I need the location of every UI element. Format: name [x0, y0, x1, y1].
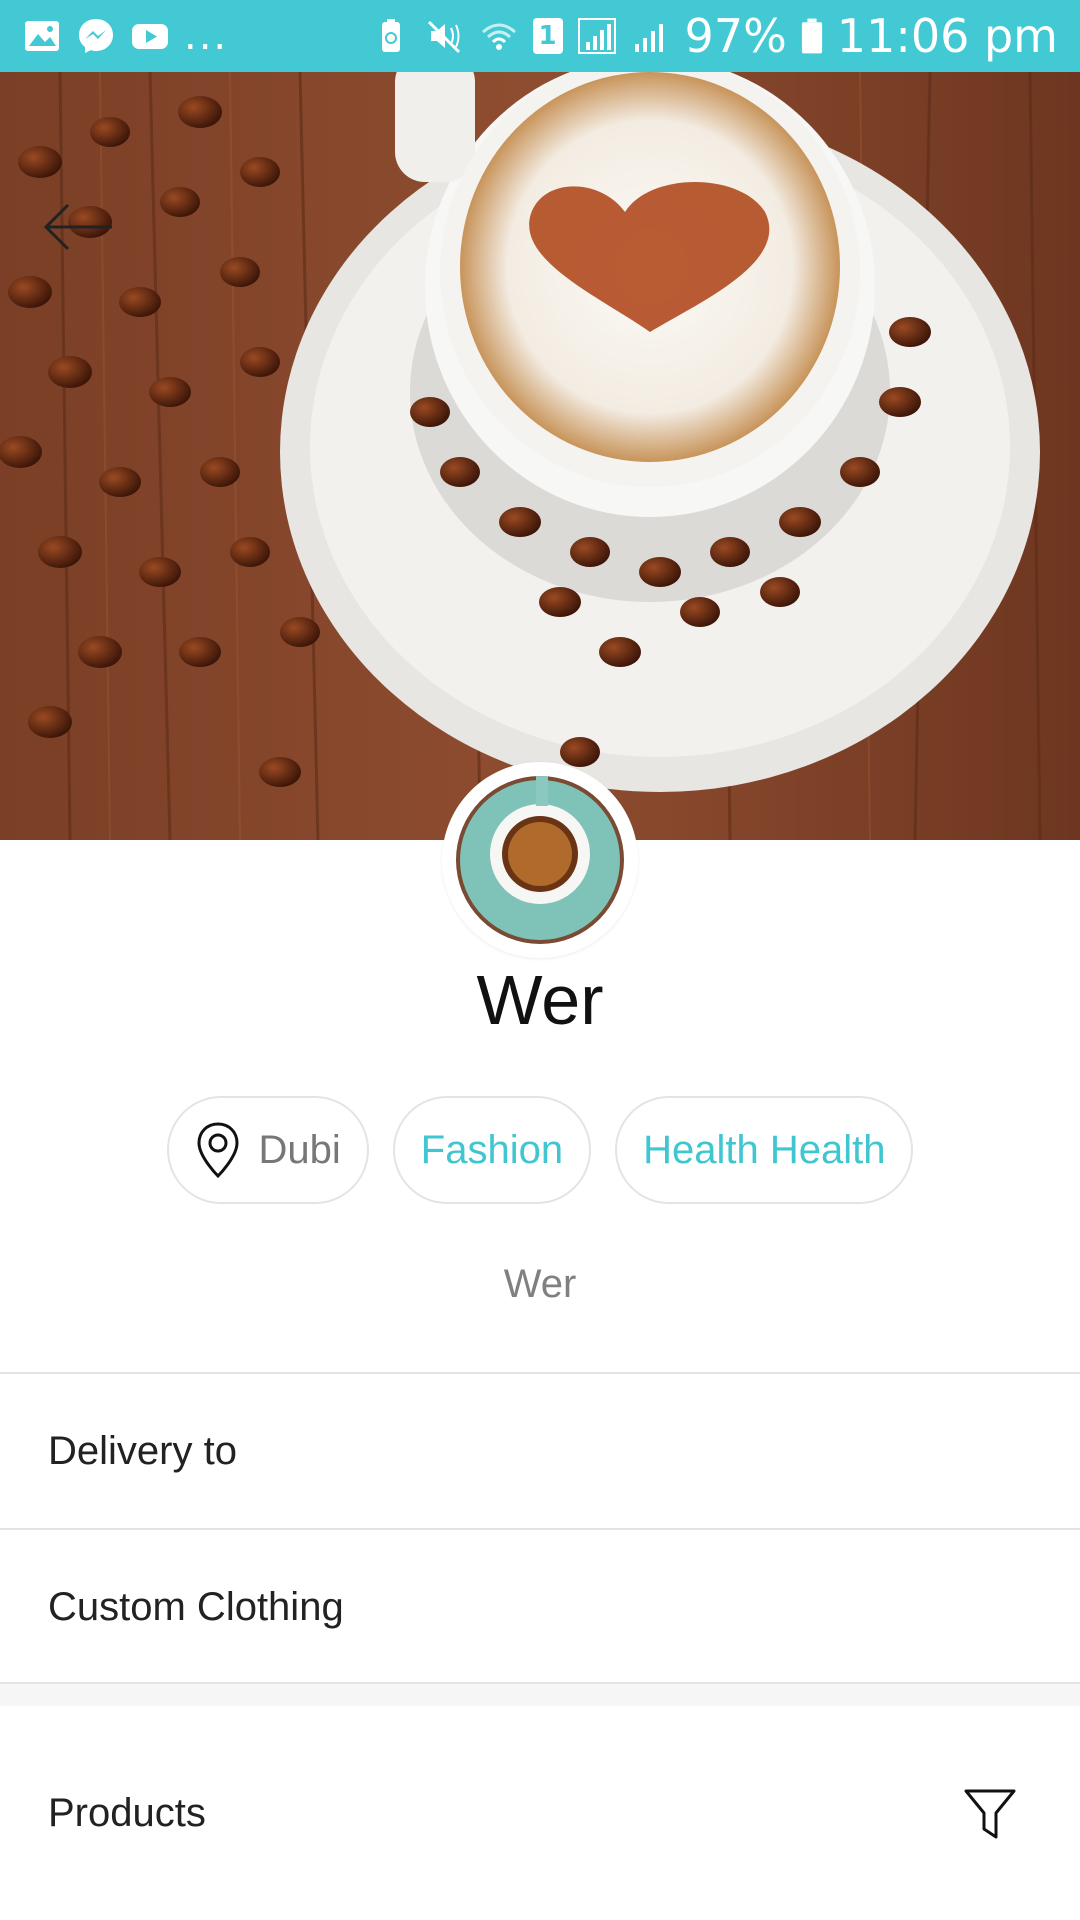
- battery-icon: [801, 18, 822, 54]
- back-arrow-icon[interactable]: [40, 192, 120, 262]
- location-label: Dubi: [258, 1127, 341, 1172]
- tag-chip-fashion[interactable]: Fashion: [392, 1096, 592, 1204]
- battery-saver-icon: [381, 19, 400, 52]
- avatar-image: [456, 776, 624, 944]
- battery-percentage: 97%: [684, 9, 787, 63]
- coffee-cover-illustration: [0, 72, 1080, 840]
- gallery-icon: [25, 21, 59, 51]
- tag-label: Fashion: [420, 1127, 564, 1172]
- profile-name: Wer: [476, 961, 604, 1039]
- products-label: Products: [48, 1790, 206, 1835]
- signal-icon: [577, 18, 616, 54]
- location-pin-icon: [197, 1122, 239, 1179]
- tag-chip-health[interactable]: Health Health: [615, 1096, 914, 1204]
- status-bar: ... 1 97% 11:06 pm: [0, 0, 1080, 72]
- category-row[interactable]: Custom Clothing: [0, 1532, 1080, 1682]
- profile-chips: Dubi Fashion Health Health: [0, 1096, 1080, 1204]
- profile-description: Wer: [503, 1262, 577, 1306]
- status-bar-notifications: ...: [22, 13, 228, 59]
- sim-slot-badge: 1: [532, 18, 563, 54]
- signal-secondary-icon: [634, 24, 663, 52]
- products-header: Products: [0, 1706, 1080, 1920]
- mute-vibrate-icon: [427, 20, 460, 54]
- avatar[interactable]: [442, 762, 638, 958]
- clock: 11:06 pm: [836, 9, 1058, 63]
- delivery-to-row[interactable]: Delivery to: [0, 1376, 1080, 1526]
- status-more-indicator: ...: [184, 13, 229, 59]
- wifi-icon: [481, 23, 516, 50]
- status-bar-system: 1 97% 11:06 pm: [371, 9, 1058, 63]
- filter-icon[interactable]: [960, 1783, 1020, 1843]
- tag-label: Health Health: [643, 1127, 886, 1172]
- youtube-icon: [132, 24, 168, 49]
- location-chip[interactable]: Dubi: [166, 1096, 369, 1204]
- delivery-to-label: Delivery to: [48, 1428, 237, 1473]
- section-separator-strip: [0, 1684, 1080, 1706]
- cover-image: [0, 72, 1080, 840]
- category-label: Custom Clothing: [48, 1584, 344, 1629]
- divider: [0, 1372, 1080, 1374]
- divider: [0, 1528, 1080, 1530]
- messenger-icon: [79, 19, 113, 53]
